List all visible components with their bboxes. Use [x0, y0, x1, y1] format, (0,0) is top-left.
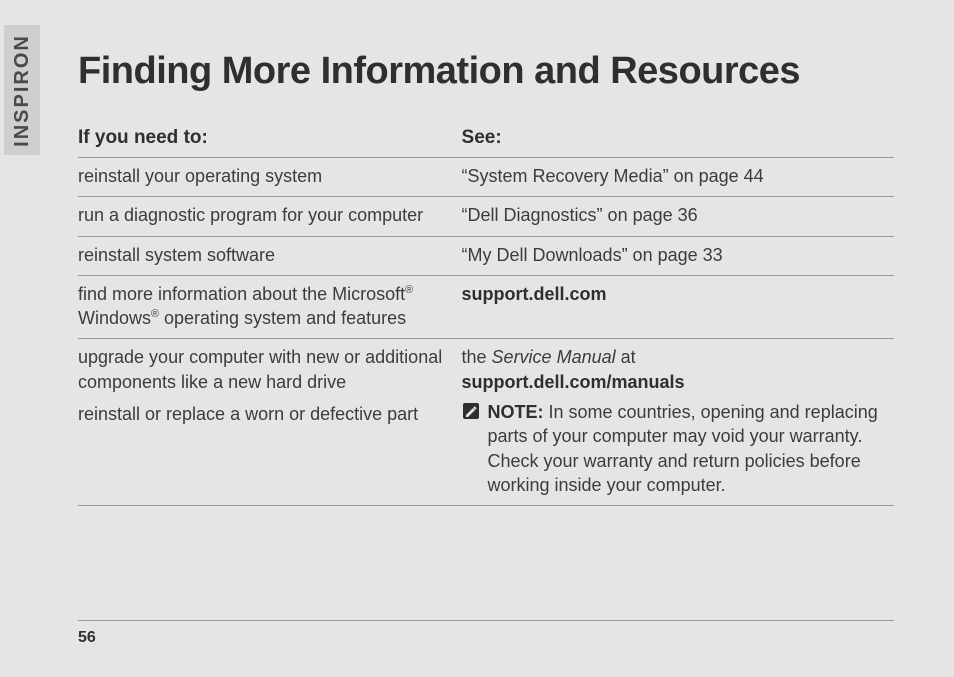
need-line: upgrade your computer with new or additi… [78, 345, 454, 394]
table-row: upgrade your computer with new or additi… [78, 339, 894, 506]
need-cell: reinstall system software [78, 236, 462, 275]
page-footer: 56 [78, 620, 894, 647]
info-table: If you need to: See: reinstall your oper… [78, 121, 894, 506]
text-fragment: at [616, 347, 636, 367]
header-see: See: [462, 121, 894, 158]
sidebar-product-label-text: INSPIRON [11, 34, 34, 147]
table-row: find more information about the Microsof… [78, 275, 894, 339]
see-cell: “Dell Diagnostics” on page 36 [462, 197, 894, 236]
support-url: support.dell.com [462, 284, 607, 304]
registered-mark: ® [405, 284, 413, 296]
page-number: 56 [78, 629, 96, 646]
manuals-url: support.dell.com/manuals [462, 370, 886, 394]
document-page: INSPIRON Finding More Information and Re… [0, 0, 954, 677]
table-row: run a diagnostic program for your comput… [78, 197, 894, 236]
see-cell: support.dell.com [462, 275, 894, 339]
note-block: NOTE: In some countries, opening and rep… [462, 400, 886, 497]
need-cell: reinstall your operating system [78, 158, 462, 197]
text-fragment: the [462, 347, 492, 367]
see-cell: “My Dell Downloads” on page 33 [462, 236, 894, 275]
text-fragment: Windows [78, 308, 151, 328]
note-body: In some countries, opening and replacing… [488, 402, 878, 495]
note-text: NOTE: In some countries, opening and rep… [488, 400, 886, 497]
text-fragment: find more information about the Microsof… [78, 284, 405, 304]
text-fragment: operating system and features [159, 308, 406, 328]
registered-mark: ® [151, 308, 159, 320]
need-cell: find more information about the Microsof… [78, 275, 462, 339]
service-manual-emphasis: Service Manual [492, 347, 616, 367]
need-line: reinstall or replace a worn or defective… [78, 402, 454, 426]
see-cell: “System Recovery Media” on page 44 [462, 158, 894, 197]
need-cell: run a diagnostic program for your comput… [78, 197, 462, 236]
see-cell: the Service Manual at support.dell.com/m… [462, 339, 894, 506]
need-cell: upgrade your computer with new or additi… [78, 339, 462, 506]
note-icon [462, 402, 480, 420]
service-manual-line: the Service Manual at [462, 345, 886, 369]
table-row: reinstall your operating system “System … [78, 158, 894, 197]
header-if-you-need-to: If you need to: [78, 121, 462, 158]
sidebar-product-label: INSPIRON [4, 25, 40, 155]
table-header-row: If you need to: See: [78, 121, 894, 158]
page-title: Finding More Information and Resources [78, 50, 894, 93]
note-label: NOTE: [488, 402, 544, 422]
table-row: reinstall system software “My Dell Downl… [78, 236, 894, 275]
